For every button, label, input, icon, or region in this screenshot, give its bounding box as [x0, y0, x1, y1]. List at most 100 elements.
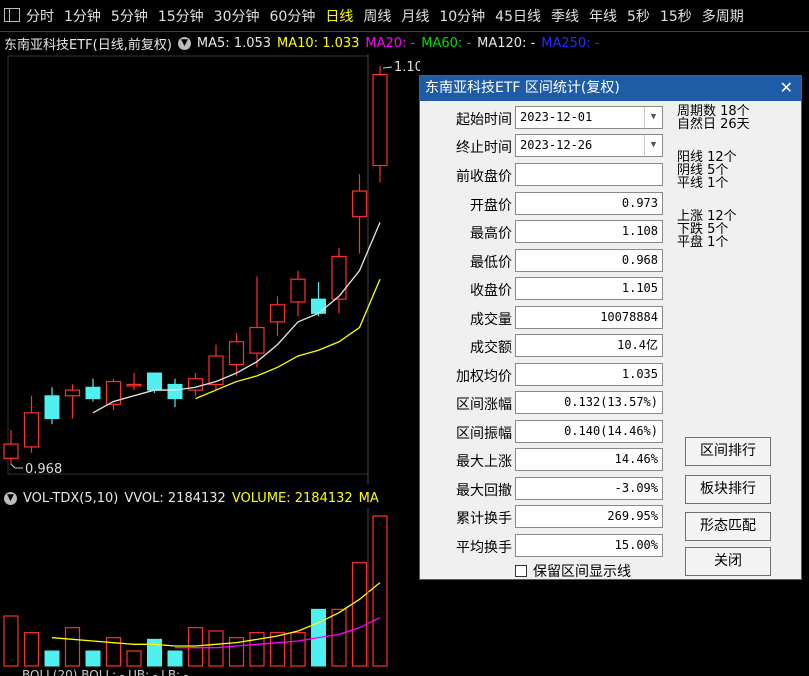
volume-bar-up — [331, 608, 347, 667]
period-tab[interactable]: 10分钟 — [439, 6, 485, 26]
ma60-value: MA60: - — [421, 35, 472, 51]
period-tab[interactable]: 45日线 — [495, 6, 541, 26]
stat-field-label: 区间振幅 — [456, 425, 512, 442]
stat-field-label: 区间涨幅 — [456, 397, 512, 413]
stat-field-value[interactable] — [515, 163, 663, 186]
volume-value: VOLUME: 2184132 — [231, 490, 353, 506]
stat-field-value[interactable]: 0.140(14.46%) — [515, 419, 663, 443]
stat-field-value[interactable]: 1.105 — [515, 277, 663, 300]
stat-field-label: 收盘价 — [470, 283, 512, 299]
stat-field-row: 平均换手 15.00% — [420, 533, 670, 558]
stat-field-row: 成交额 10.4亿 — [420, 333, 670, 358]
stat-field-value[interactable]: -3.09% — [515, 476, 663, 500]
natural-days: 自然日 26天 — [677, 117, 750, 132]
period-tab[interactable]: 15分钟 — [158, 6, 204, 26]
keep-interval-checkbox[interactable] — [515, 565, 527, 577]
stat-field-row: 最低价 0.968 — [420, 248, 670, 273]
stat-field-row: 区间涨幅 0.132(13.57%) — [420, 390, 670, 415]
close-button[interactable]: 关闭 — [685, 547, 771, 576]
ma5-value: MA5: 1.053 — [196, 35, 272, 51]
volume-bar-down — [147, 638, 162, 667]
low-pointer — [10, 463, 23, 469]
end-time-value: 2023-12-26 — [520, 138, 593, 152]
stat-field-value[interactable]: 0.132(13.57%) — [515, 391, 663, 414]
period-tab[interactable]: 15秒 — [660, 6, 692, 26]
stat-field-row: 最大上涨 14.46% — [420, 447, 670, 472]
dialog-title: 东南亚科技ETF 区间统计(复权) — [420, 76, 801, 101]
stat-field-value[interactable]: 14.46% — [515, 448, 663, 471]
period-tab[interactable]: 1分钟 — [64, 6, 101, 26]
volume-bar-up — [208, 630, 224, 667]
start-time-select[interactable]: 2023-12-01 ▼ — [515, 106, 663, 129]
stat-field-value[interactable]: 15.00% — [515, 533, 663, 557]
period-tab[interactable]: 多周期 — [702, 6, 744, 26]
interval-rank-button[interactable]: 区间排行 — [685, 437, 771, 466]
period-tab[interactable]: 60分钟 — [270, 6, 316, 26]
chart-toggle-icon[interactable] — [4, 8, 20, 22]
period-tab[interactable]: 月线 — [401, 6, 429, 26]
candle-down — [147, 372, 162, 391]
start-time-row: 起始时间 2023-12-01 ▼ — [420, 105, 670, 130]
stat-field-row: 前收盘价 — [420, 162, 670, 187]
end-time-select[interactable]: 2023-12-26 ▼ — [515, 134, 663, 157]
sector-rank-button[interactable]: 板块排行 — [685, 475, 771, 504]
stat-field-value[interactable]: 10.4亿 — [515, 334, 663, 357]
stat-field-value[interactable]: 1.108 — [515, 220, 663, 243]
period-tabs: 分时 1分钟 5分钟 15分钟 30分钟 60分钟 日线 周线 月线 10分钟 45日线 季线 年线 5秒… — [26, 0, 754, 32]
volume-bar-up — [290, 632, 306, 667]
period-tab[interactable]: 日线 — [325, 6, 353, 26]
candle-up — [269, 304, 286, 323]
period-tab[interactable]: 年线 — [589, 6, 617, 26]
stat-field-value[interactable]: 1.035 — [515, 362, 663, 386]
stat-field-label: 最低价 — [470, 254, 512, 271]
period-tab[interactable]: 分时 — [26, 6, 54, 26]
stat-field-row: 成交量 10078884 — [420, 305, 670, 330]
volume-bar-up — [187, 627, 204, 667]
period-tab[interactable]: 周线 — [363, 6, 391, 26]
period-tab[interactable]: 30分钟 — [214, 6, 260, 26]
volume-legend: ▼ VOL-TDX(5,10) VVOL: 2184132 VOLUME: 21… — [0, 488, 385, 508]
stat-field-label: 累计换手 — [456, 511, 512, 527]
period-tab[interactable]: 5分钟 — [111, 6, 148, 26]
stat-field-row: 区间振幅 0.140(14.46%) — [420, 419, 670, 444]
stat-field-label: 开盘价 — [470, 197, 512, 214]
start-time-label: 起始时间 — [456, 112, 512, 128]
stat-field-value[interactable]: 10078884 — [515, 305, 663, 329]
stat-field-label: 前收盘价 — [456, 169, 512, 185]
close-icon[interactable]: ✕ — [780, 79, 793, 97]
candle-down — [311, 298, 326, 314]
stat-field-value[interactable]: 269.95% — [515, 505, 663, 528]
candle-up — [126, 383, 142, 387]
candle-up — [372, 73, 388, 167]
chevron-down-icon[interactable]: ▼ — [177, 36, 191, 50]
chevron-down-icon[interactable]: ▼ — [4, 491, 17, 505]
ma10-value: MA10: 1.033 — [277, 35, 360, 51]
stat-field-value[interactable]: 0.968 — [515, 248, 663, 272]
boll-legend: BOLL(20) BOLL: - UB: - LB: - — [22, 668, 189, 676]
period-tab[interactable]: 5秒 — [627, 6, 650, 26]
stat-field-value[interactable]: 0.973 — [515, 191, 663, 215]
stat-field-label: 加权均价 — [456, 368, 512, 385]
vol-ma-value: MA — [358, 490, 379, 506]
chevron-down-icon[interactable]: ▼ — [644, 107, 662, 128]
candle-up — [290, 278, 306, 303]
period-tab[interactable]: 季线 — [551, 6, 579, 26]
candlestick-chart[interactable]: 1.108 0.968 — [0, 54, 420, 484]
plot-area — [7, 55, 369, 475]
ma250-value: MA250: - — [541, 35, 600, 51]
chevron-down-icon[interactable]: ▼ — [644, 135, 662, 156]
pattern-match-button[interactable]: 形态匹配 — [685, 512, 771, 541]
keep-interval-line-option[interactable]: 保留区间显示线 — [515, 561, 631, 581]
volume-bar-up — [23, 632, 40, 667]
volume-bar-down — [167, 650, 183, 667]
candle-up — [64, 389, 81, 397]
stat-field-row: 最大回撤 -3.09% — [420, 476, 670, 501]
volume-chart[interactable] — [0, 508, 420, 668]
stat-field-row: 开盘价 0.973 — [420, 191, 670, 216]
candle-up — [249, 326, 265, 354]
stat-field-row: 最高价 1.108 — [420, 219, 670, 244]
candle-down — [44, 395, 60, 420]
volume-bar-up — [126, 650, 142, 667]
ma-legend: 东南亚科技ETF(日线,前复权) ▼ MA5: 1.053 MA10: 1.03… — [0, 32, 809, 54]
chart-title: 东南亚科技ETF(日线,前复权) — [4, 37, 172, 53]
